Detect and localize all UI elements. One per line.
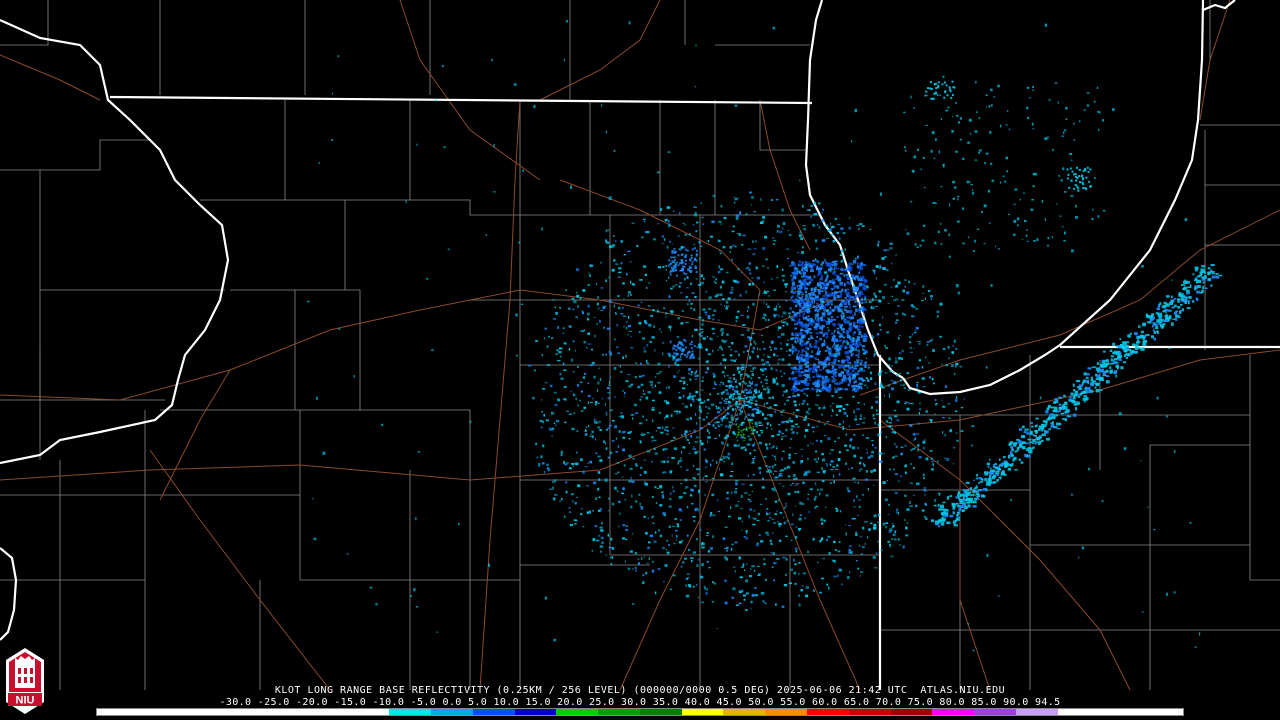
colorbar-segment xyxy=(890,709,933,715)
colorbar-segment xyxy=(807,709,849,715)
colorbar-segment xyxy=(222,709,265,715)
colorbar-segment xyxy=(431,709,473,715)
colorbar-segment xyxy=(681,709,724,715)
radar-map xyxy=(0,0,1280,720)
colorbar-segment xyxy=(1015,709,1058,715)
colorbar-segment xyxy=(974,709,1016,715)
colorbar-segment xyxy=(514,709,557,715)
niu-logo-icon: NIU xyxy=(6,648,44,714)
logo-text: NIU xyxy=(16,695,35,707)
colorbar-segment xyxy=(723,709,766,715)
colorbar-segment xyxy=(932,709,975,715)
colorbar-segment xyxy=(848,709,891,715)
colorbar-segment xyxy=(97,709,139,715)
colorbar-segment xyxy=(305,709,348,715)
colorbar-segment xyxy=(1057,709,1100,715)
colorbar-segment xyxy=(765,709,808,715)
colorbar-segment xyxy=(1099,709,1142,715)
colorbar-segment xyxy=(180,709,223,715)
colorbar-segment xyxy=(639,709,682,715)
colorbar-segment xyxy=(347,709,390,715)
reflectivity-scale-labels: -30.0 -25.0 -20.0 -15.0 -10.0 -5.0 0.0 5… xyxy=(219,697,1061,708)
colorbar-segment xyxy=(1141,709,1183,715)
reflectivity-colorbar xyxy=(96,708,1184,716)
colorbar-segment xyxy=(556,709,599,715)
colorbar-segment xyxy=(472,709,515,715)
colorbar-segment xyxy=(138,709,181,715)
colorbar-segment xyxy=(264,709,306,715)
colorbar-segment xyxy=(598,709,640,715)
product-title: KLOT LONG RANGE BASE REFLECTIVITY (0.25K… xyxy=(274,685,1006,696)
colorbar-segment xyxy=(389,709,432,715)
